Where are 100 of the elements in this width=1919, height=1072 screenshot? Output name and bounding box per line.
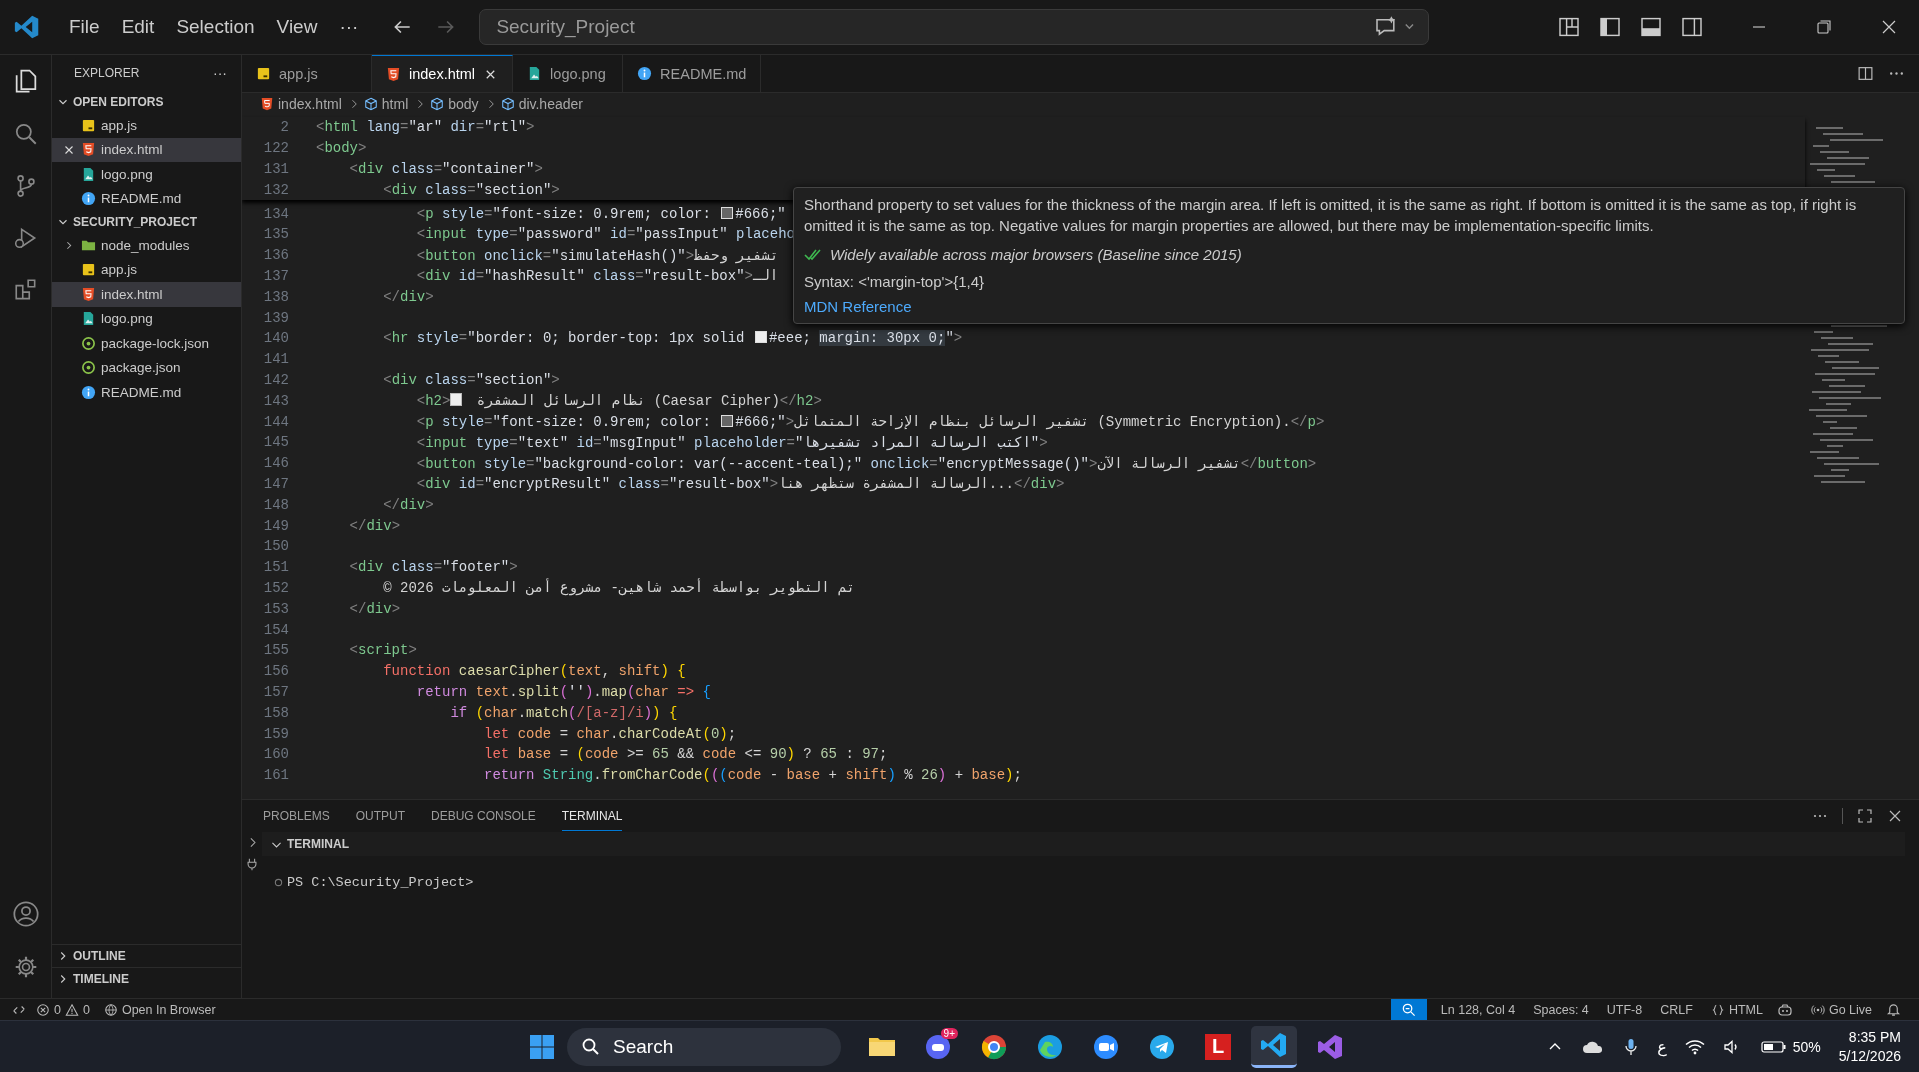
more-actions-button[interactable]: ··· <box>213 65 227 81</box>
cube-icon <box>430 97 445 111</box>
maximize-icon[interactable] <box>1857 808 1873 824</box>
json-file-icon <box>81 360 96 376</box>
input-language[interactable]: ع <box>1657 1037 1667 1056</box>
breadcrumb-item[interactable]: body <box>448 96 479 112</box>
braces-icon <box>1710 1002 1725 1017</box>
section-header[interactable]: OUTLINE <box>52 944 241 967</box>
restore-icon[interactable] <box>1814 17 1834 37</box>
terminal-prompt: PS C:\Security_Project> <box>287 875 474 890</box>
battery-indicator[interactable]: 50% <box>1760 1038 1821 1055</box>
wifi-icon[interactable] <box>1684 1038 1705 1055</box>
file-tree-item[interactable]: README.md <box>52 186 241 211</box>
taskbar-app[interactable] <box>1251 1025 1297 1068</box>
menu-item[interactable]: Selection <box>165 16 266 38</box>
cube-icon <box>500 97 515 111</box>
panel-tab[interactable]: OUTPUT <box>355 802 406 830</box>
app-letter-icon: L <box>1205 1033 1231 1060</box>
layout-icon[interactable] <box>1557 15 1581 39</box>
file-tree-item[interactable]: node_modules <box>52 233 241 258</box>
sidebar-toggle-icon[interactable] <box>1598 15 1622 39</box>
file-tree-item[interactable]: index.html <box>52 282 241 307</box>
file-tree-item[interactable]: README.md <box>52 380 241 405</box>
broadcast-icon <box>1810 1002 1825 1017</box>
line-number: 2 <box>279 119 289 136</box>
breadcrumb-item[interactable]: html <box>381 96 409 112</box>
cursor-position[interactable]: Ln 128, Col 4 <box>1440 1002 1516 1017</box>
command-center-field[interactable]: Security_Project <box>479 9 1430 45</box>
panel-tab[interactable]: TERMINAL <box>561 801 623 831</box>
secondary-sidebar-icon[interactable] <box>1680 15 1704 39</box>
line-number: 142 <box>262 371 289 388</box>
file-tree-item[interactable]: app.js <box>52 113 241 138</box>
error-icon <box>36 1002 50 1017</box>
clock[interactable]: 8:35 PM 5/12/2026 <box>1838 1027 1901 1066</box>
line-ending-setting[interactable]: CRLF <box>1660 1002 1693 1017</box>
code-line: <div class="section"> <box>382 181 560 198</box>
zoom-indicator[interactable] <box>1390 999 1427 1020</box>
code-line: <div class="footer"> <box>348 559 518 576</box>
html-file-icon <box>81 142 96 158</box>
code-line: return text.split('').map(char => { <box>415 683 711 700</box>
section-header[interactable]: SECURITY_PROJECT <box>52 211 241 233</box>
go-live-button[interactable]: Go Live <box>1810 1002 1872 1017</box>
account-icon[interactable] <box>11 900 40 928</box>
microphone-icon[interactable] <box>1623 1036 1640 1057</box>
file-tree-item[interactable]: package.json <box>52 355 241 380</box>
zoom-out-icon <box>1401 1002 1417 1017</box>
code-line: <p style="font-size: 0.9rem; color: #666;" <box>415 205 786 222</box>
reference-link[interactable]: MDN Reference <box>804 298 912 315</box>
open-in-browser-button[interactable]: Open In Browser <box>103 1002 216 1017</box>
menu-item[interactable]: Edit <box>110 16 166 38</box>
file-tree-item[interactable]: logo.png <box>52 306 241 331</box>
split-editor-icon[interactable] <box>1857 65 1874 82</box>
circle-icon <box>274 878 283 887</box>
code-line: <div class="container"> <box>348 161 543 177</box>
panel-tab[interactable]: PROBLEMS <box>263 802 330 830</box>
color-swatch[interactable] <box>721 415 734 428</box>
code-line: <hr style="border: 0; border-top: 1px solid #eee; margin: 30px 0;"> <box>382 330 963 347</box>
code-line: <div class="section"> <box>382 371 560 388</box>
code-line: return String.fromCharCode(((code - base + shift) % 26) + base); <box>483 767 1022 784</box>
panel-tab[interactable]: DEBUG CONSOLE <box>431 802 536 830</box>
file-tree-item[interactable]: index.html <box>52 137 241 162</box>
json-file-icon <box>81 335 96 351</box>
line-number: 137 <box>262 267 289 284</box>
breadcrumb-item[interactable]: index.html <box>278 96 342 112</box>
section-header[interactable]: TIMELINE <box>52 967 241 990</box>
taskbar-app[interactable]: 9+ <box>915 1025 961 1068</box>
plug-icon <box>245 857 259 871</box>
code-line: let base = (code >= 65 && code <= 90) ? 65 : 97; <box>483 746 888 763</box>
panel-toggle-icon[interactable] <box>1639 15 1663 39</box>
file-tree-item[interactable]: logo.png <box>52 162 241 187</box>
image-file-icon <box>81 311 96 327</box>
color-swatch[interactable] <box>721 206 734 219</box>
html-file-icon <box>260 97 274 111</box>
breadcrumb-item[interactable]: div.header <box>518 96 583 112</box>
globe-icon <box>103 1002 118 1017</box>
encoding-setting[interactable]: UTF-8 <box>1606 1002 1643 1017</box>
line-number: 143 <box>262 392 289 409</box>
line-number: 149 <box>262 517 289 534</box>
line-number: 161 <box>262 767 289 784</box>
file-tree-item[interactable]: package-lock.json <box>52 331 241 356</box>
editor-tab[interactable]: index.html <box>372 55 514 92</box>
bell-icon[interactable] <box>1886 1002 1901 1017</box>
language-mode-button[interactable]: HTML <box>1710 1002 1763 1017</box>
line-number: 159 <box>262 725 289 742</box>
taskbar-app[interactable]: L <box>1195 1025 1241 1068</box>
indentation-setting[interactable]: Spaces: 4 <box>1533 1002 1589 1017</box>
editor-tab[interactable]: README.md <box>623 55 762 92</box>
problems-indicator[interactable]: 0 0 <box>36 1002 90 1017</box>
line-number: 150 <box>262 538 289 555</box>
more-menu-button[interactable]: ··· <box>328 16 370 38</box>
menu-item[interactable]: View <box>265 16 329 38</box>
color-swatch[interactable] <box>754 331 767 344</box>
close-icon[interactable] <box>1887 808 1903 824</box>
search-field[interactable]: Search <box>567 1027 841 1066</box>
file-tree-item[interactable]: app.js <box>52 257 241 282</box>
section-header[interactable]: OPEN EDITORS <box>52 91 241 113</box>
assistant-icon[interactable] <box>1776 1001 1793 1018</box>
menu-item[interactable]: File <box>58 16 111 38</box>
search-icon <box>581 1036 601 1057</box>
editor-tab[interactable]: logo.png <box>513 55 624 92</box>
